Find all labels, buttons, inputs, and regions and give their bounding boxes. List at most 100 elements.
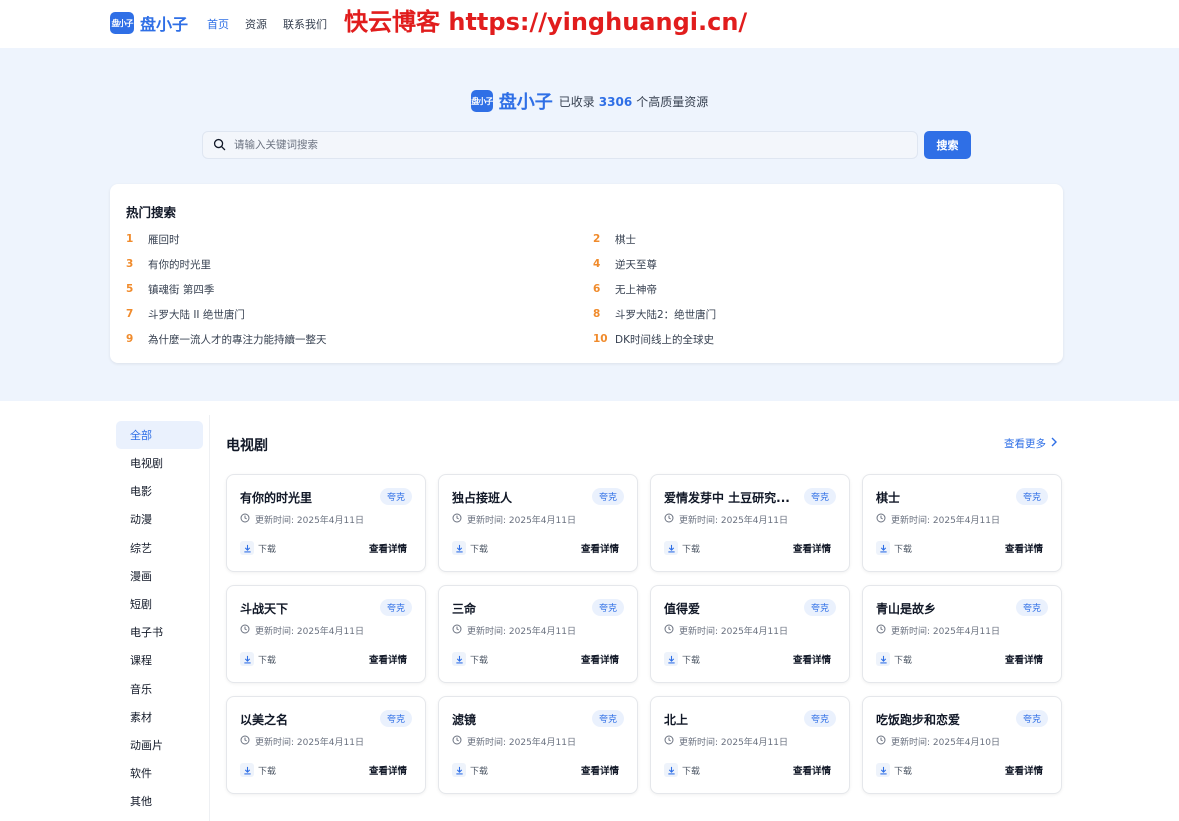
download-icon bbox=[876, 763, 890, 777]
resource-card[interactable]: 三命 夸克 更新时间: 2025年4月11日 下载 查看详情 bbox=[438, 585, 638, 683]
download-button[interactable]: 下载 bbox=[452, 652, 488, 666]
sidebar-item-variety[interactable]: 综艺 bbox=[110, 534, 209, 562]
search-box[interactable] bbox=[202, 131, 918, 159]
resource-card[interactable]: 滤镜 夸克 更新时间: 2025年4月11日 下载 查看详情 bbox=[438, 696, 638, 794]
view-detail-button[interactable]: 查看详情 bbox=[369, 541, 407, 555]
download-button[interactable]: 下载 bbox=[664, 763, 700, 777]
download-button[interactable]: 下载 bbox=[452, 763, 488, 777]
sidebar-item-music[interactable]: 音乐 bbox=[110, 675, 209, 703]
download-button[interactable]: 下载 bbox=[664, 652, 700, 666]
resource-card[interactable]: 北上 夸克更新时间: 2025年4月11日 下载 查看详情 bbox=[650, 696, 850, 794]
resource-card[interactable]: 值得爱 夸克 更新时间: 2025年4月11日 下载 查看详情 bbox=[650, 585, 850, 683]
download-label: 下载 bbox=[470, 766, 489, 777]
download-icon bbox=[240, 763, 254, 777]
sidebar-item-comic[interactable]: 漫画 bbox=[110, 562, 209, 590]
resource-card[interactable]: 棋士 夸克 更新时间: 2025年4月11日 下载 查看详情 bbox=[862, 474, 1062, 572]
resource-card[interactable]: 青山是故乡 夸克 更新时间: 2025年4月11日 下载 查看详情 bbox=[862, 585, 1062, 683]
download-icon bbox=[876, 541, 890, 555]
view-detail-button[interactable]: 查看详情 bbox=[369, 652, 407, 666]
hot-search-item[interactable]: 5 镇魂街 第四季 bbox=[126, 280, 593, 298]
hot-search-item[interactable]: 7 斗罗大陆 II 绝世唐门 bbox=[126, 305, 593, 323]
hot-text: 為什麼一流人才的專注力能持續一整天 bbox=[148, 333, 327, 346]
source-tag-badge: 夸克 bbox=[803, 710, 836, 727]
hot-search-item[interactable]: 6 无上神帝 bbox=[593, 280, 1047, 298]
site-logo[interactable]: 盘小子 盘小子 bbox=[110, 11, 188, 35]
card-title[interactable]: 三命 bbox=[452, 600, 592, 617]
view-detail-button[interactable]: 查看详情 bbox=[369, 763, 407, 777]
download-button[interactable]: 下载 bbox=[876, 652, 912, 666]
card-title[interactable]: 爱情发芽中 土豆研究... bbox=[664, 489, 804, 506]
hot-search-item[interactable]: 10 DK时间线上的全球史 bbox=[593, 330, 1047, 348]
hot-text: 镇魂街 第四季 bbox=[148, 283, 215, 296]
download-button[interactable]: 下载 bbox=[664, 541, 700, 555]
update-time: 更新时间: 2025年4月11日 bbox=[664, 735, 788, 748]
card-title[interactable]: 青山是故乡 bbox=[876, 600, 1016, 617]
download-button[interactable]: 下载 bbox=[240, 541, 276, 555]
card-title[interactable]: 有你的时光里 bbox=[240, 489, 380, 506]
search-button[interactable]: 搜索 bbox=[924, 131, 971, 159]
hot-search-item[interactable]: 8 斗罗大陆2：绝世唐门 bbox=[593, 305, 1047, 323]
main-nav: 首页 资源 联系我们 bbox=[207, 16, 327, 32]
nav-home-link[interactable]: 首页 bbox=[207, 16, 229, 32]
resource-card[interactable]: 以美之名 夸克 更新时间: 2025年4月11日 下载 查看详情 bbox=[226, 696, 426, 794]
hot-search-item[interactable]: 4 逆天至尊 bbox=[593, 255, 1047, 273]
view-detail-button[interactable]: 查看详情 bbox=[581, 541, 619, 555]
clock-icon bbox=[664, 735, 674, 748]
view-detail-button[interactable]: 查看详情 bbox=[793, 541, 831, 555]
update-time-text: 更新时间: 2025年4月11日 bbox=[467, 738, 576, 748]
clock-icon bbox=[240, 513, 250, 526]
sidebar-item-course[interactable]: 课程 bbox=[110, 646, 209, 674]
download-button[interactable]: 下载 bbox=[240, 763, 276, 777]
card-title[interactable]: 以美之名 bbox=[240, 711, 380, 728]
card-title[interactable]: 值得爱 bbox=[664, 600, 804, 617]
view-detail-button[interactable]: 查看详情 bbox=[581, 763, 619, 777]
view-detail-button[interactable]: 查看详情 bbox=[1005, 541, 1043, 555]
card-title[interactable]: 独占接班人 bbox=[452, 489, 592, 506]
download-button[interactable]: 下载 bbox=[452, 541, 488, 555]
nav-resources-link[interactable]: 资源 bbox=[245, 16, 267, 32]
nav-contact-link[interactable]: 联系我们 bbox=[283, 16, 327, 32]
hot-search-item[interactable]: 3 有你的时光里 bbox=[126, 255, 593, 273]
hot-rank: 1 bbox=[126, 233, 134, 245]
source-tag-badge: 夸克 bbox=[1015, 599, 1048, 616]
download-button[interactable]: 下载 bbox=[876, 541, 912, 555]
sidebar-item-ebook[interactable]: 电子书 bbox=[110, 618, 209, 646]
card-title[interactable]: 斗战天下 bbox=[240, 600, 380, 617]
sidebar-item-material[interactable]: 素材 bbox=[110, 703, 209, 731]
view-detail-button[interactable]: 查看详情 bbox=[1005, 652, 1043, 666]
download-button[interactable]: 下载 bbox=[240, 652, 276, 666]
view-detail-button[interactable]: 查看详情 bbox=[793, 763, 831, 777]
sidebar-item-cartoon[interactable]: 动画片 bbox=[110, 731, 209, 759]
resource-card[interactable]: 爱情发芽中 土豆研究... 夸克 更新时间: 2025年4月11日 下载 查看详情 bbox=[650, 474, 850, 572]
view-more-link[interactable]: 查看更多 bbox=[1004, 436, 1058, 451]
sidebar-item-tv[interactable]: 电视剧 bbox=[110, 449, 209, 477]
resource-card[interactable]: 吃饭跑步和恋爱 夸克 更新时间: 2025年4月10日 下载 查看详情 bbox=[862, 696, 1062, 794]
card-title[interactable]: 吃饭跑步和恋爱 bbox=[876, 711, 1016, 728]
card-title[interactable]: 棋士 bbox=[876, 489, 1016, 506]
sidebar-item-anime[interactable]: 动漫 bbox=[110, 505, 209, 533]
search-bar: 搜索 bbox=[202, 131, 971, 159]
resource-count: 3306 bbox=[598, 94, 633, 109]
resource-card[interactable]: 独占接班人 夸克 更新时间: 2025年4月11日 下载 查看详情 bbox=[438, 474, 638, 572]
clock-icon bbox=[876, 624, 886, 637]
sidebar-item-software[interactable]: 软件 bbox=[110, 759, 209, 787]
view-more-label: 查看更多 bbox=[1004, 438, 1046, 450]
hot-search-item[interactable]: 1 雁回时 bbox=[126, 230, 593, 248]
view-detail-button[interactable]: 查看详情 bbox=[581, 652, 619, 666]
card-title[interactable]: 北上 bbox=[664, 711, 804, 728]
hot-search-item[interactable]: 2 棋士 bbox=[593, 230, 1047, 248]
search-input[interactable] bbox=[234, 139, 894, 151]
resource-card[interactable]: 有你的时光里 夸克 更新时间: 2025年4月11日 下载 查看详情 bbox=[226, 474, 426, 572]
view-detail-button[interactable]: 查看详情 bbox=[793, 652, 831, 666]
resource-card[interactable]: 斗战天下 夸克 更新时间: 2025年4月11日 下载 查看详情 bbox=[226, 585, 426, 683]
sidebar-item-movie[interactable]: 电影 bbox=[110, 477, 209, 505]
resource-card-grid: 有你的时光里 夸克 更新时间: 2025年4月11日 下载 查看详情 独占接班人 夸克 更新时… bbox=[226, 474, 1062, 794]
sidebar-item-other[interactable]: 其他 bbox=[110, 787, 209, 815]
card-title[interactable]: 滤镜 bbox=[452, 711, 592, 728]
hot-search-card: 热门搜索 1 雁回时 2 棋士 3 有你的时光里 4 逆天至尊 5 镇魂街 第四季 6 无上… bbox=[110, 184, 1063, 363]
view-detail-button[interactable]: 查看详情 bbox=[1005, 763, 1043, 777]
hot-search-item[interactable]: 9 為什麼一流人才的專注力能持續一整天 bbox=[126, 330, 593, 348]
sidebar-item-short-drama[interactable]: 短剧 bbox=[110, 590, 209, 618]
sidebar-item-all[interactable]: 全部 bbox=[116, 421, 203, 449]
download-button[interactable]: 下载 bbox=[876, 763, 912, 777]
